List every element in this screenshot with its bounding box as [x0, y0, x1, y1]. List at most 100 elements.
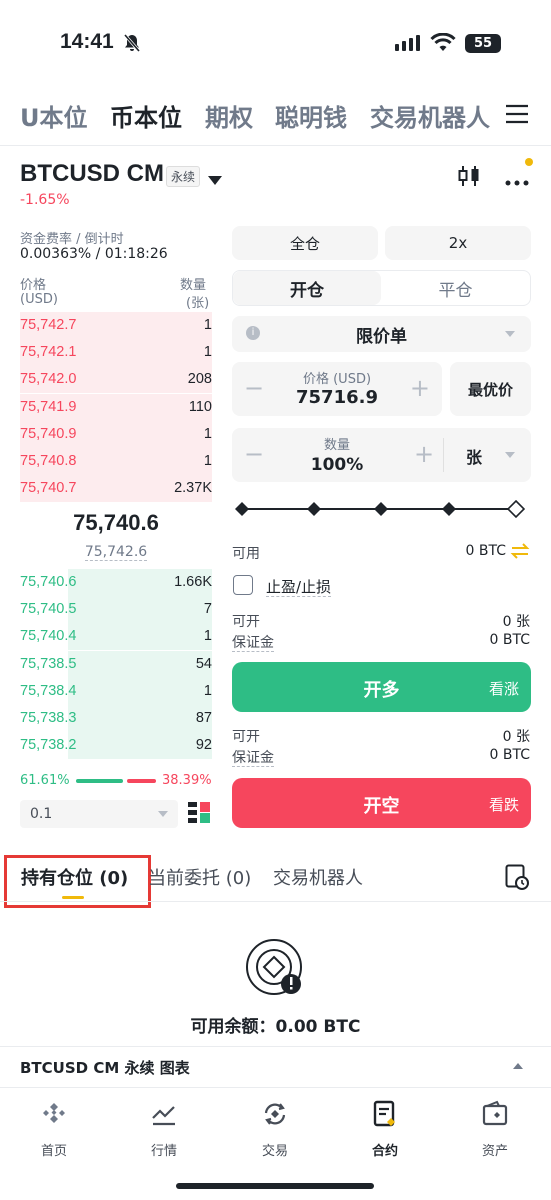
- margin-mode-button[interactable]: 全仓: [232, 226, 378, 260]
- info-icon[interactable]: i: [246, 326, 260, 340]
- quantity-input[interactable]: − 数量 100% + 张: [232, 428, 531, 482]
- bid-row[interactable]: 75,738.5 54: [20, 650, 212, 678]
- bid-row[interactable]: 75,740.5 7: [20, 596, 212, 624]
- trade-swap-icon: [264, 1103, 286, 1125]
- nav-futures[interactable]: 合约: [345, 1100, 425, 1159]
- orderbook-layout-icon[interactable]: [188, 802, 210, 828]
- binance-logo-icon: [43, 1103, 65, 1123]
- chart-expand-bar[interactable]: BTCUSD CM 永续 图表: [0, 1047, 551, 1087]
- mark-price-value: 75,742.6: [84, 544, 148, 561]
- ask-row[interactable]: 75,742.1 1: [20, 339, 212, 367]
- nav-home[interactable]: 首页: [14, 1100, 94, 1159]
- more-options-icon[interactable]: [505, 172, 529, 191]
- ask-price: 75,740.8: [20, 453, 77, 469]
- tab-smart-money[interactable]: 聪明钱: [275, 98, 347, 133]
- ask-row[interactable]: 75,742.7 1: [20, 312, 212, 339]
- status-time: 14:41: [60, 30, 114, 53]
- mark-price: 75,742.6: [20, 544, 212, 561]
- symbol-title[interactable]: BTCUSD CM: [20, 160, 164, 188]
- symbol-dropdown-icon[interactable]: [208, 171, 222, 190]
- tab-trading-bots-list[interactable]: 交易机器人: [273, 864, 363, 890]
- bid-row[interactable]: 75,738.2 92: [20, 732, 212, 760]
- tab-open-orders[interactable]: 当前委托 (0): [148, 864, 251, 890]
- qty-input-value[interactable]: 100%: [232, 455, 442, 475]
- tab-open-position[interactable]: 开仓: [233, 271, 381, 305]
- ask-row[interactable]: 75,741.9 110: [20, 393, 212, 421]
- nav-assets[interactable]: 资产: [455, 1100, 535, 1159]
- cellular-signal-icon: [395, 34, 423, 56]
- bid-row[interactable]: 75,740.6 1.66K: [20, 569, 212, 596]
- tab-options[interactable]: 期权: [205, 98, 253, 133]
- order-history-icon[interactable]: [505, 864, 529, 894]
- best-price-button[interactable]: 最优价: [450, 362, 531, 416]
- funding-label: 资金费率 / 倒计时: [20, 232, 124, 247]
- open-long-button[interactable]: 开多 看涨: [232, 662, 531, 712]
- price-input[interactable]: − 价格 (USD) 75716.9 +: [232, 362, 442, 416]
- precision-select[interactable]: 0.1: [20, 800, 178, 828]
- tpsl-label: 止盈/止损: [266, 576, 332, 597]
- ask-qty: 1: [203, 344, 212, 361]
- candlestick-chart-icon[interactable]: [458, 164, 480, 192]
- price-change-percent: -1.65%: [20, 192, 70, 208]
- qty-column-unit: (张): [186, 296, 210, 311]
- ask-qty: 2.37K: [174, 480, 212, 497]
- chart-bar-label: BTCUSD CM 永续 图表: [20, 1059, 190, 1077]
- slider-thumb[interactable]: [507, 500, 525, 518]
- qty-increment-button[interactable]: +: [414, 440, 434, 468]
- slider-diamond[interactable]: [307, 502, 321, 516]
- bid-qty: 87: [195, 710, 212, 726]
- transfer-icon[interactable]: [510, 542, 530, 564]
- ask-row[interactable]: 75,740.7 2.37K: [20, 475, 212, 503]
- open-long-label: 开多: [363, 680, 400, 701]
- qty-unit-select[interactable]: 张: [466, 444, 482, 468]
- buy-ratio: 61.61%: [20, 773, 70, 788]
- order-type-select[interactable]: i 限价单: [232, 316, 531, 352]
- tab-close-position[interactable]: 平仓: [381, 271, 530, 305]
- slider-diamond[interactable]: [235, 502, 249, 516]
- short-open-value: 0 张: [502, 729, 530, 745]
- slider-diamond[interactable]: [442, 502, 456, 516]
- open-short-label: 开空: [363, 796, 400, 817]
- bid-price: 75,740.4: [20, 628, 77, 645]
- ask-qty: 1: [203, 453, 212, 469]
- ratio-bar-sell: [127, 779, 156, 783]
- open-short-button[interactable]: 开空 看跌: [232, 778, 531, 828]
- leverage-button[interactable]: 2x: [385, 226, 531, 260]
- tab-positions[interactable]: 持有仓位 (0): [21, 864, 128, 890]
- menu-icon[interactable]: [506, 104, 528, 128]
- available-label: 可用: [232, 546, 260, 562]
- ask-row[interactable]: 75,740.9 1: [20, 420, 212, 448]
- wallet-icon: [482, 1100, 508, 1126]
- qty-divider: [443, 438, 444, 472]
- bid-depth-bar: [68, 623, 212, 651]
- price-increment-button[interactable]: +: [410, 374, 430, 402]
- tpsl-label-text: 止盈/止损: [266, 578, 332, 597]
- tab-coin-m[interactable]: 币本位: [110, 98, 182, 133]
- bid-depth-bar: [68, 732, 212, 760]
- tab-usdt-m[interactable]: U本位: [20, 98, 88, 133]
- available-balance-text: 可用余额：0.00 BTC: [190, 1017, 361, 1037]
- ask-row[interactable]: 75,740.8 1: [20, 448, 212, 475]
- nav-markets[interactable]: 行情: [124, 1100, 204, 1159]
- slider-diamond[interactable]: [374, 502, 388, 516]
- bid-row[interactable]: 75,740.4 1: [20, 623, 212, 651]
- bid-price: 75,740.6: [20, 574, 77, 590]
- bid-row[interactable]: 75,738.4 1: [20, 677, 212, 705]
- qty-slider[interactable]: [235, 500, 526, 518]
- home-indicator: [176, 1183, 374, 1189]
- ratio-bar-buy: [76, 779, 123, 783]
- bid-qty: 7: [203, 601, 212, 618]
- chevron-up-icon: [513, 1063, 523, 1069]
- bid-depth-bar: [68, 596, 212, 624]
- chart-line-icon: [152, 1106, 175, 1126]
- chevron-down-icon: [505, 452, 515, 458]
- price-column-unit: (USD): [20, 292, 58, 307]
- bid-row[interactable]: 75,738.3 87: [20, 705, 212, 732]
- tab-trading-bots[interactable]: 交易机器人: [370, 98, 490, 133]
- sell-ratio: 38.39%: [162, 773, 212, 788]
- ask-row[interactable]: 75,742.0 208: [20, 366, 212, 394]
- nav-futures-label: 合约: [371, 1144, 398, 1159]
- bid-qty: 1.66K: [174, 574, 212, 590]
- tpsl-checkbox[interactable]: [233, 575, 253, 595]
- nav-trade[interactable]: 交易: [235, 1100, 315, 1159]
